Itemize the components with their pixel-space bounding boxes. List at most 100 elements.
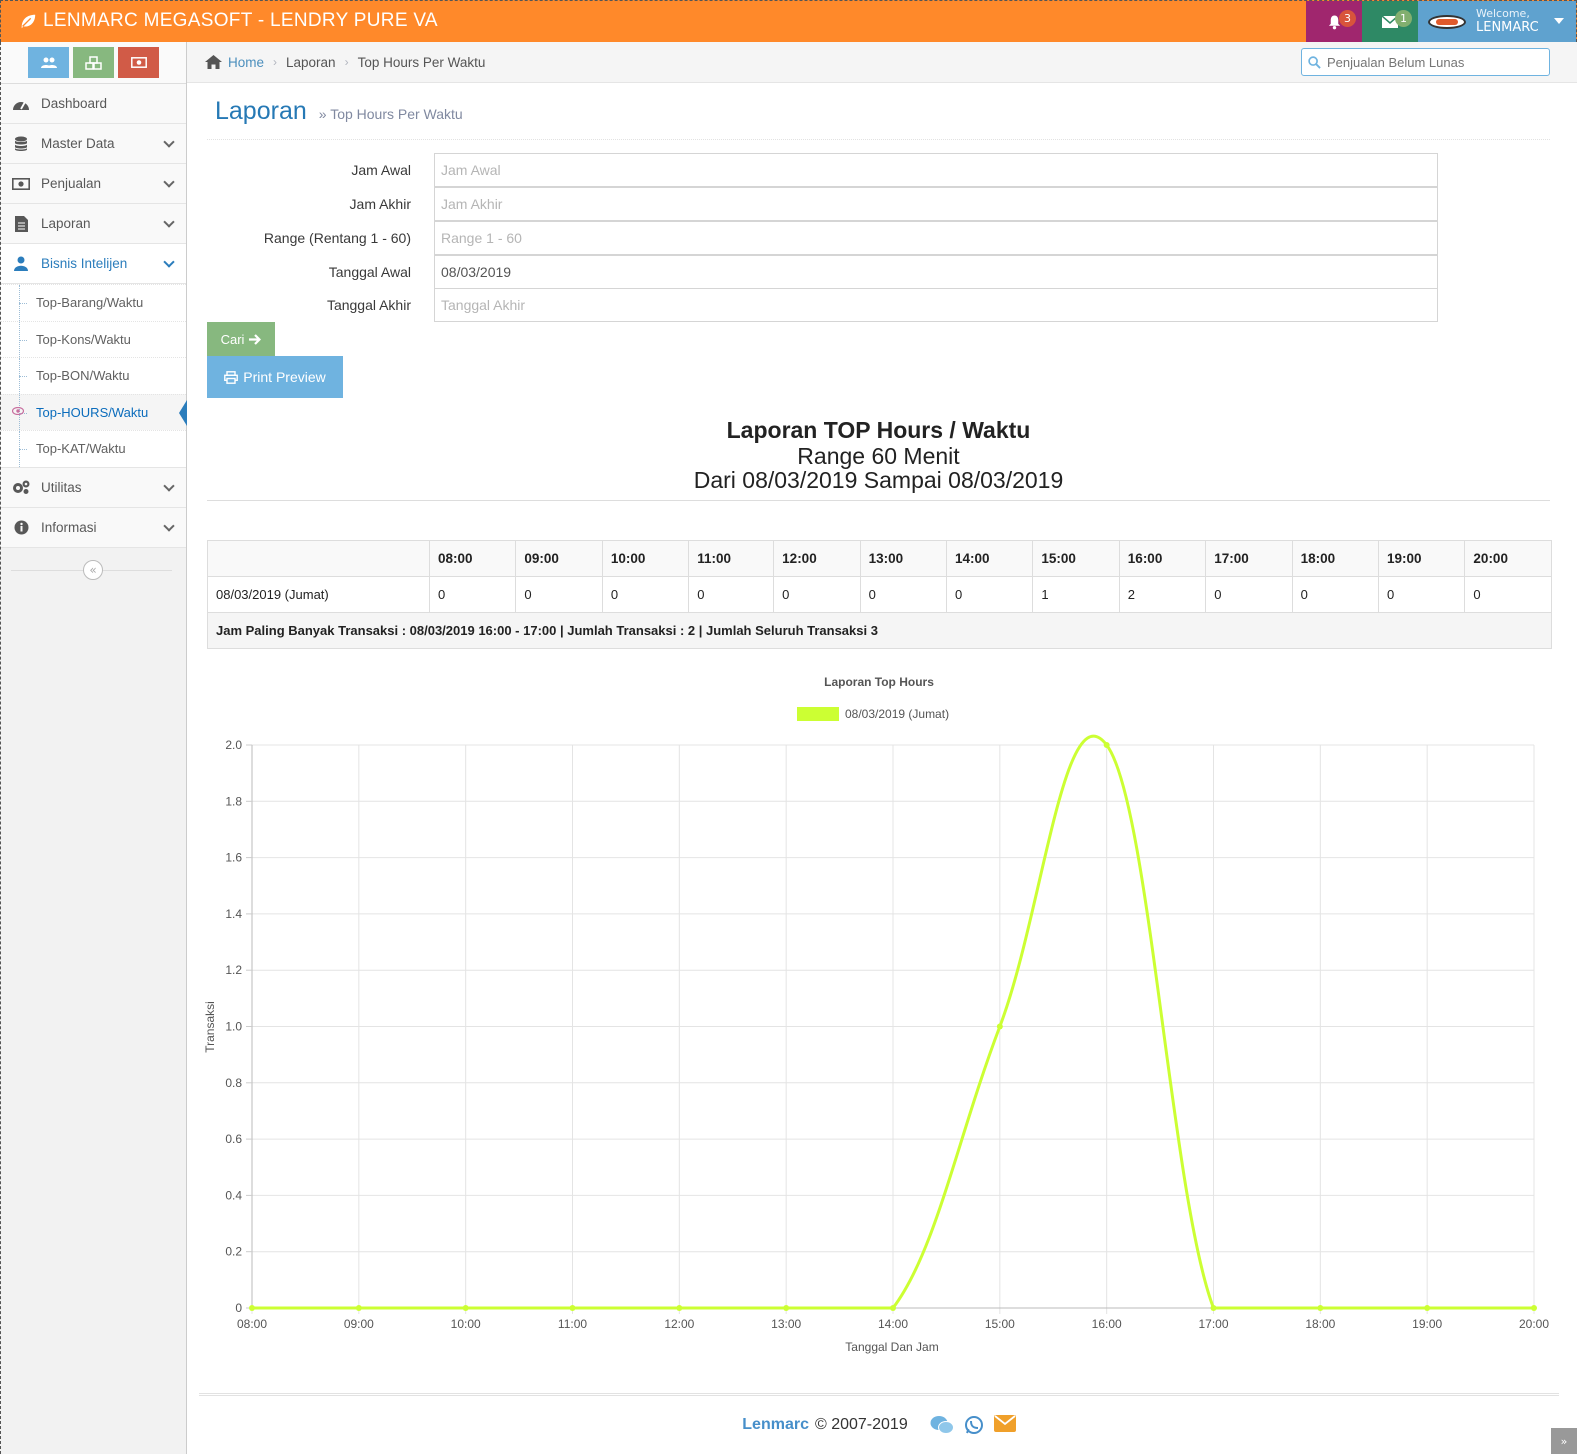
sidebar-submenu: Top-Barang/Waktu Top-Kons/Waktu Top-BON/… [1, 284, 187, 468]
search-icon [1308, 55, 1321, 69]
notif-badge: 3 [1339, 10, 1356, 27]
sidebar-item-bisnis-intelijen[interactable]: Bisnis Intelijen [1, 244, 186, 284]
brand-label: LENMARC MEGASOFT - LENDRY PURE VA [43, 10, 438, 31]
y-tick-label: 1.4 [225, 907, 242, 921]
legend-swatch[interactable] [797, 707, 839, 721]
database-icon [11, 136, 31, 152]
double-angle-left-icon[interactable]: « [83, 559, 103, 580]
sidebar-subitem-top-hours[interactable]: Top-HOURS/Waktu [1, 393, 187, 430]
money-shortcut-button[interactable] [118, 47, 159, 78]
sidebar-item-penjualan[interactable]: Penjualan [1, 164, 186, 204]
search-input[interactable] [1327, 54, 1537, 70]
data-point[interactable] [569, 1305, 576, 1311]
notifications-button[interactable]: 3 [1306, 1, 1362, 43]
data-point[interactable] [249, 1305, 255, 1311]
cari-label: Cari [220, 331, 245, 347]
scroll-up-button[interactable]: » [1551, 1428, 1577, 1454]
messages-button[interactable]: 1 [1362, 1, 1418, 43]
y-tick-label: 0.8 [225, 1076, 242, 1090]
home-icon [205, 55, 222, 69]
table-cell: 0 [428, 576, 517, 613]
table-header-cell: 15:00 [1032, 540, 1120, 577]
data-point[interactable] [996, 1023, 1003, 1030]
sidebar-subitem-top-barang[interactable]: Top-Barang/Waktu [1, 284, 186, 321]
table-cell: 0 [773, 576, 861, 613]
y-tick-label: 0.4 [225, 1188, 242, 1202]
data-point[interactable] [1531, 1305, 1537, 1311]
envelope-icon[interactable] [993, 1415, 1016, 1432]
table-cell: 0 [601, 576, 690, 613]
breadcrumb-laporan[interactable]: Laporan [286, 55, 336, 70]
jam-akhir-label: Jam Akhir [349, 196, 411, 212]
sidebar-subitem-top-bon[interactable]: Top-BON/Waktu [1, 357, 186, 394]
range-input[interactable] [434, 221, 1438, 255]
wechat-icon[interactable] [930, 1415, 954, 1435]
data-point[interactable] [783, 1305, 790, 1311]
data-point[interactable] [462, 1305, 469, 1311]
table-header-cell: 18:00 [1291, 540, 1380, 577]
data-point[interactable] [1103, 742, 1110, 748]
table-header-cell: 12:00 [773, 540, 861, 577]
info-icon [11, 519, 31, 535]
users-shortcut-button[interactable] [28, 47, 69, 78]
breadcrumb-home-link[interactable]: Home [228, 55, 264, 70]
chevron-right-icon: › [273, 55, 278, 69]
coins-shortcut-button[interactable] [73, 47, 114, 78]
user-menu[interactable]: Welcome, LENMARC [1418, 1, 1576, 43]
breadcrumb-current: Top Hours Per Waktu [357, 54, 486, 70]
tanggal-akhir-label: Tanggal Akhir [326, 297, 411, 313]
jam-akhir-input[interactable] [434, 187, 1438, 221]
brand[interactable]: LENMARC MEGASOFT - LENDRY PURE VA [19, 10, 438, 32]
table-summary: Jam Paling Banyak Transaksi : 08/03/2019… [207, 612, 1552, 649]
data-point[interactable] [1424, 1305, 1431, 1311]
y-tick-label: 0.2 [225, 1245, 242, 1259]
nav-search[interactable] [1301, 48, 1550, 76]
sidebar-item-laporan[interactable]: Laporan [1, 204, 186, 244]
sidebar-item-informasi[interactable]: Informasi [1, 507, 186, 548]
data-point[interactable] [676, 1305, 683, 1311]
page-title: Laporan [215, 97, 307, 125]
user-icon [11, 256, 31, 272]
sidebar-item-label: Bisnis Intelijen [41, 256, 128, 271]
data-point[interactable] [1317, 1305, 1324, 1311]
jam-awal-label: Jam Awal [351, 162, 411, 178]
sidebar-item-dashboard[interactable]: Dashboard [1, 84, 186, 124]
form-row-tanggal-awal: Tanggal Awal [207, 255, 1438, 289]
users-icon [40, 57, 57, 68]
table-cell: 0 [1464, 576, 1552, 613]
x-tick-label: 12:00 [664, 1317, 694, 1331]
form-row-jam-akhir: Jam Akhir [207, 187, 1438, 221]
arrow-right-icon [249, 333, 262, 345]
print-preview-button[interactable]: Print Preview [207, 356, 343, 398]
y-tick-label: 0.6 [225, 1132, 242, 1146]
table-header-cell: 16:00 [1118, 540, 1207, 577]
tanggal-awal-input[interactable] [434, 255, 1438, 289]
sidebar-item-label: Laporan [41, 216, 91, 231]
tanggal-akhir-input[interactable] [434, 288, 1438, 322]
x-tick-label: 14:00 [878, 1317, 908, 1331]
table-header-cell: 17:00 [1205, 540, 1293, 577]
tachometer-icon [11, 96, 31, 112]
sidebar: Dashboard Master Data Penjualan Laporan … [0, 42, 187, 1454]
x-tick-label: 15:00 [985, 1317, 1015, 1331]
chevron-down-icon [163, 176, 175, 188]
sidebar-collapse-bar: « [1, 556, 186, 586]
y-tick-label: 1.2 [225, 963, 242, 977]
table-header-cell: 08:00 [428, 540, 517, 577]
sidebar-subitem-label: Top-KAT/Waktu [36, 441, 126, 457]
data-point[interactable] [355, 1305, 362, 1311]
data-point[interactable] [890, 1305, 896, 1311]
sidebar-item-master-data[interactable]: Master Data [1, 124, 186, 164]
chevron-down-icon [163, 479, 175, 492]
sidebar-subitem-top-kons[interactable]: Top-Kons/Waktu [1, 320, 186, 358]
table-header-cell: 19:00 [1378, 540, 1466, 577]
table-header-cell: 10:00 [601, 540, 690, 577]
table-header-row: 08:00 09:00 10:00 11:00 12:00 13:00 14:0… [207, 540, 1552, 577]
sidebar-item-utilitas[interactable]: Utilitas [1, 467, 186, 508]
whatsapp-icon[interactable] [964, 1415, 984, 1435]
sidebar-subitem-top-kat[interactable]: Top-KAT/Waktu [1, 430, 186, 467]
jam-awal-input[interactable] [434, 153, 1438, 187]
cari-button[interactable]: Cari [207, 322, 275, 356]
data-point[interactable] [1210, 1305, 1217, 1311]
chevron-down-icon [163, 519, 175, 532]
